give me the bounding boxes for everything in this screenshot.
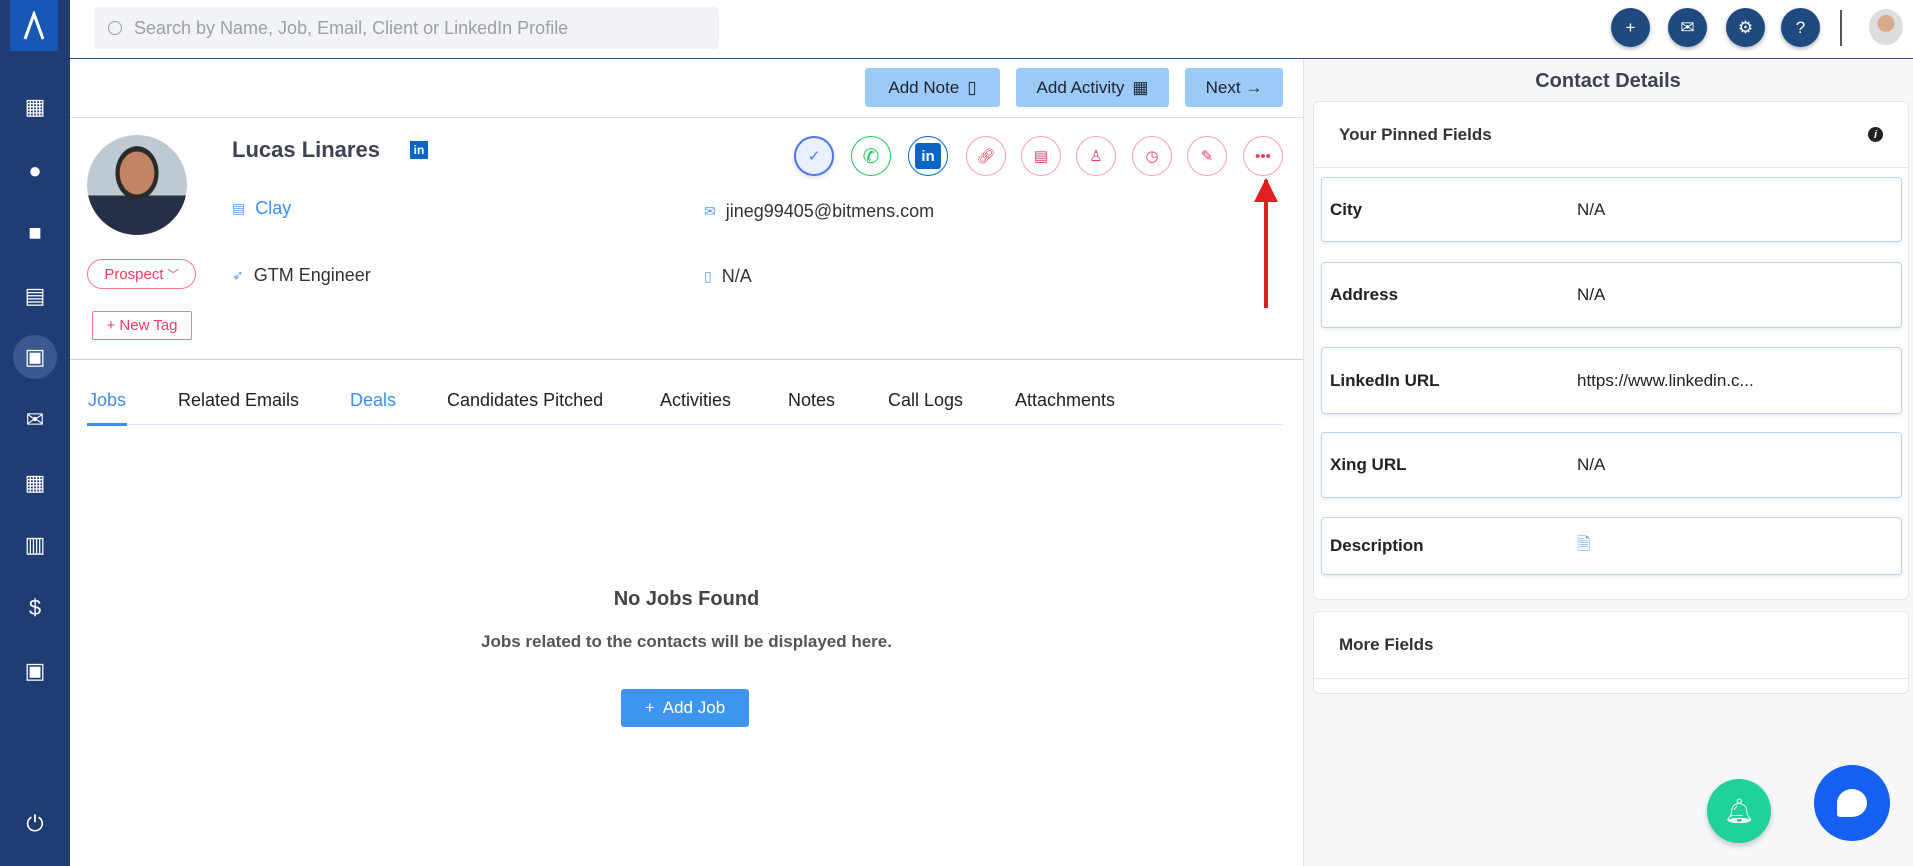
user-icon[interactable]: ♙	[1076, 136, 1116, 176]
tab-call-logs[interactable]: Call Logs	[888, 390, 963, 411]
user-avatar[interactable]	[1869, 9, 1903, 45]
divider	[1840, 10, 1842, 46]
bell-icon[interactable]: 🔔︎	[1707, 779, 1771, 843]
edit-icon[interactable]: ✎	[1187, 136, 1227, 176]
status-label: Prospect	[104, 265, 164, 283]
sidebar: ▦ ● ■ ▤ ▣ ✉ ▦ ▥ $ ▣ ⏻	[0, 0, 70, 866]
tab-bar-line	[87, 424, 1283, 425]
next-label: Next →	[1205, 77, 1263, 97]
link-icon[interactable]: 🔗︎	[966, 136, 1006, 176]
active-tab-underline	[87, 423, 127, 426]
email-row: ✉ jineg99405@bitmens.com	[704, 201, 934, 222]
field-label: Address	[1330, 285, 1399, 304]
search-input[interactable]: Search by Name, Job, Email, Client or Li…	[94, 7, 719, 49]
contact-phone: N/A	[721, 266, 752, 286]
gear-icon[interactable]: ⚙	[1726, 8, 1765, 47]
red-arrow	[1264, 180, 1268, 308]
power-icon[interactable]: ⏻	[15, 804, 55, 844]
search-placeholder: Search by Name, Job, Email, Client or Li…	[134, 17, 569, 38]
phone-icon: ▯	[704, 268, 712, 284]
billing-icon[interactable]: ▣	[15, 651, 55, 691]
tab-deals[interactable]: Deals	[350, 390, 396, 411]
chat-bubble-icon	[1837, 789, 1867, 817]
field-linkedin-url[interactable]: LinkedIn URL https://www.linkedin.c...	[1321, 347, 1902, 414]
field-value: N/A	[1577, 285, 1606, 304]
field-value: N/A	[1577, 455, 1606, 474]
whatsapp-icon[interactable]: ✆	[851, 136, 891, 176]
add-note-button[interactable]: Add Note ▯	[865, 68, 1000, 107]
chat-widget-button[interactable]	[1814, 765, 1890, 841]
mail-icon[interactable]: ✉	[1668, 8, 1707, 47]
field-city[interactable]: City N/A	[1321, 177, 1902, 242]
app-logo[interactable]	[10, 0, 58, 51]
new-tag-button[interactable]: + New Tag	[92, 311, 192, 340]
next-button[interactable]: Next →	[1185, 68, 1283, 107]
location-arrow-icon: ➶	[232, 267, 244, 283]
field-label: LinkedIn URL	[1330, 370, 1440, 390]
field-label: City	[1330, 199, 1363, 219]
person-icon[interactable]: ●	[15, 151, 55, 191]
mail-icon: ✉	[704, 203, 716, 219]
company-add-icon[interactable]: ▤	[15, 276, 55, 316]
more-fields-header[interactable]: More Fields	[1339, 635, 1433, 655]
more-options-icon[interactable]: •••	[1243, 136, 1283, 176]
info-icon[interactable]: i	[1868, 127, 1883, 142]
dashboard-icon[interactable]: ▦	[15, 87, 55, 127]
tab-activities[interactable]: Activities	[660, 390, 731, 411]
phone-row: ▯ N/A	[704, 266, 752, 287]
building-icon: ▤	[232, 200, 246, 216]
field-address[interactable]: Address N/A	[1321, 262, 1902, 328]
help-icon[interactable]: ?	[1781, 8, 1820, 47]
contact-photo	[87, 135, 187, 235]
add-activity-button[interactable]: Add Activity ▦	[1016, 68, 1169, 107]
calendar-icon: ▦	[1132, 77, 1149, 97]
notebook-icon: ▯	[967, 77, 977, 97]
field-value[interactable]: https://www.linkedin.c...	[1577, 371, 1754, 391]
comment-icon[interactable]: ▤	[1021, 136, 1061, 176]
field-value: N/A	[1577, 199, 1606, 219]
add-activity-label: Add Activity	[1036, 77, 1125, 97]
tab-candidates-pitched[interactable]: Candidates Pitched	[447, 390, 603, 411]
tab-jobs[interactable]: Jobs	[88, 390, 126, 411]
empty-state-subtitle: Jobs related to the contacts will be dis…	[481, 632, 892, 651]
verify-check-icon[interactable]: ✓	[794, 136, 834, 176]
search-icon	[108, 21, 122, 35]
field-xing-url[interactable]: Xing URL N/A	[1321, 432, 1902, 498]
divider	[70, 117, 1303, 118]
add-note-label: Add Note	[888, 77, 960, 97]
document-icon[interactable]: 🗎︎	[1577, 532, 1591, 561]
chevron-down-icon: ﹀	[167, 269, 179, 281]
linkedin-icon[interactable]: in	[908, 136, 948, 176]
add-icon[interactable]: +	[1611, 8, 1650, 47]
panel-title: Contact Details	[1535, 70, 1681, 92]
contacts-icon[interactable]: ▣	[13, 335, 57, 379]
tab-attachments[interactable]: Attachments	[1015, 390, 1115, 411]
plus-icon: +	[644, 698, 655, 717]
empty-state-title: No Jobs Found	[613, 588, 760, 610]
field-label: Xing URL	[1330, 455, 1407, 474]
title-row: ➶ GTM Engineer	[232, 265, 371, 286]
linkedin-icon[interactable]: in	[410, 141, 428, 159]
divider	[1313, 678, 1909, 679]
field-description[interactable]: Description 🗎︎	[1321, 517, 1902, 575]
contact-title: GTM Engineer	[253, 265, 371, 285]
calendar-icon[interactable]: ▦	[15, 463, 55, 503]
contact-name: Lucas Linares	[232, 137, 380, 162]
divider	[1313, 167, 1909, 168]
tab-notes[interactable]: Notes	[788, 390, 835, 411]
clock-icon[interactable]: ◷	[1132, 136, 1172, 176]
company-name[interactable]: Clay	[255, 198, 291, 219]
briefcase-icon[interactable]: ■	[15, 213, 55, 253]
company-link[interactable]: ▤ Clay	[232, 198, 291, 219]
divider	[70, 359, 1303, 360]
contact-email[interactable]: jineg99405@bitmens.com	[726, 201, 934, 222]
tab-related-emails[interactable]: Related Emails	[178, 390, 299, 411]
pinned-fields-header: Your Pinned Fields	[1339, 125, 1492, 144]
field-label: Description	[1330, 536, 1424, 555]
reports-icon[interactable]: ▥	[15, 525, 55, 565]
status-dropdown[interactable]: Prospect ﹀	[87, 259, 196, 289]
add-job-label: Add Job	[662, 698, 726, 717]
mail-icon[interactable]: ✉	[15, 400, 55, 440]
add-job-button[interactable]: + Add Job	[621, 689, 749, 727]
